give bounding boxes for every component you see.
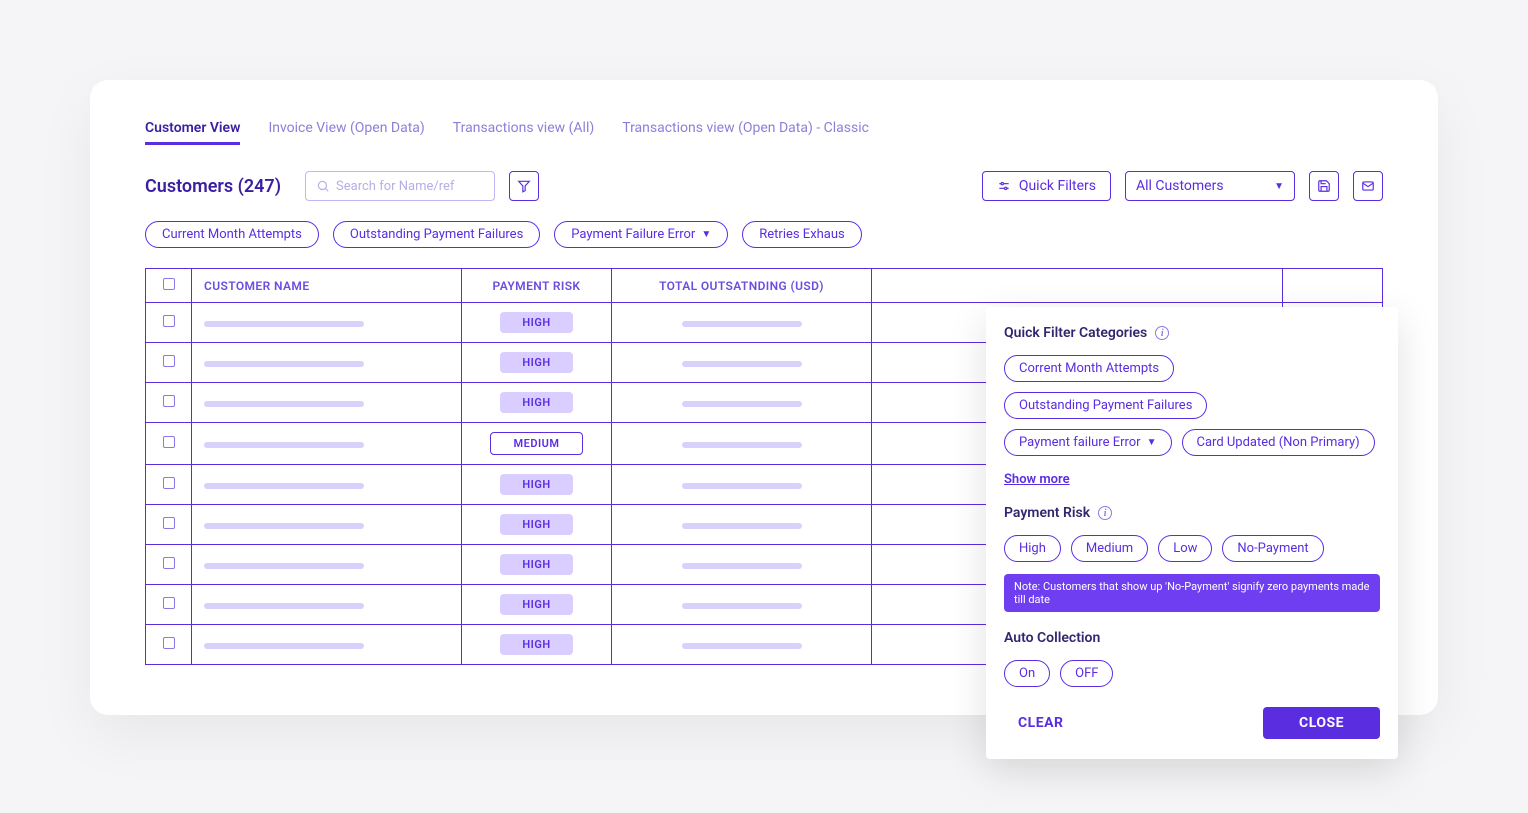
cell-outstanding [612,303,872,343]
cell-payment-risk: HIGH [462,383,612,423]
view-tabs: Customer View Invoice View (Open Data) T… [145,120,1383,145]
cell-outstanding [612,545,872,585]
cell-outstanding [612,625,872,665]
quick-filters-label: Quick Filters [1019,178,1096,194]
risk-chip[interactable]: Medium [1071,535,1148,562]
cell-customer-name [192,465,462,505]
chevron-down-icon: ▼ [1274,181,1284,192]
page-title: Customers (247) [145,176,281,197]
tab-transactions-all[interactable]: Transactions view (All) [453,120,594,145]
category-chip[interactable]: Corrent Month Attempts [1004,355,1174,382]
header-payment-risk: PAYMENT RISK [462,269,612,303]
risk-heading: Payment Risk i [1004,505,1380,521]
mail-icon [1361,179,1375,193]
applied-filter-chips: Current Month Attempts Outstanding Paymen… [145,221,1383,248]
row-checkbox[interactable] [146,423,192,465]
segment-value: All Customers [1136,178,1224,194]
no-payment-note: Note: Customers that show up 'No-Payment… [1004,574,1380,612]
row-checkbox[interactable] [146,303,192,343]
popup-footer: CLEAR CLOSE [1004,707,1380,739]
auto-chip[interactable]: OFF [1060,660,1113,687]
cell-payment-risk: MEDIUM [462,423,612,465]
filter-button[interactable] [509,171,539,201]
main-panel: Customer View Invoice View (Open Data) T… [90,80,1438,715]
row-checkbox[interactable] [146,343,192,383]
cell-outstanding [612,465,872,505]
cell-outstanding [612,423,872,465]
filter-chip[interactable]: Payment Failure Error▼ [554,221,728,248]
info-icon[interactable]: i [1098,506,1112,520]
category-chip-row: Corrent Month Attempts Outstanding Paymen… [1004,355,1380,456]
row-checkbox[interactable] [146,625,192,665]
mail-button[interactable] [1353,171,1383,201]
quick-filters-popup: Quick Filter Categories i Corrent Month … [986,307,1398,759]
cell-customer-name [192,303,462,343]
auto-collection-heading: Auto Collection [1004,630,1380,646]
auto-chip-row: On OFF [1004,660,1380,687]
cell-payment-risk: HIGH [462,625,612,665]
cell-payment-risk: HIGH [462,465,612,505]
show-more-link[interactable]: Show more [1004,472,1070,487]
risk-label: Payment Risk [1004,505,1090,521]
tab-transactions-classic[interactable]: Transactions view (Open Data) - Classic [622,120,869,145]
cell-customer-name [192,625,462,665]
filter-chip[interactable]: Outstanding Payment Failures [333,221,540,248]
risk-chip[interactable]: Low [1158,535,1212,562]
category-chip[interactable]: Card Updated (Non Primary) [1182,429,1375,456]
cell-outstanding [612,343,872,383]
cell-outstanding [612,585,872,625]
row-checkbox[interactable] [146,465,192,505]
info-icon[interactable]: i [1155,326,1169,340]
cell-customer-name [192,343,462,383]
filter-chip[interactable]: Current Month Attempts [145,221,319,248]
filter-chip[interactable]: Retries Exhaus [742,221,862,248]
cell-customer-name [192,545,462,585]
cell-payment-risk: HIGH [462,343,612,383]
cell-customer-name [192,383,462,423]
row-checkbox[interactable] [146,545,192,585]
row-checkbox[interactable] [146,383,192,423]
auto-chip[interactable]: On [1004,660,1050,687]
cell-outstanding [612,505,872,545]
header-blank-1 [872,269,1283,303]
quick-filters-button[interactable]: Quick Filters [982,171,1111,201]
category-chip[interactable]: Outstanding Payment Failures [1004,392,1207,419]
clear-button[interactable]: CLEAR [1004,715,1063,731]
header-total-outstanding: TOTAL OUTSATNDING (USD) [612,269,872,303]
cell-payment-risk: HIGH [462,505,612,545]
categories-heading: Quick Filter Categories i [1004,325,1380,341]
save-button[interactable] [1309,171,1339,201]
row-checkbox[interactable] [146,585,192,625]
funnel-icon [517,179,531,193]
save-icon [1317,179,1331,193]
cell-customer-name [192,505,462,545]
cell-payment-risk: HIGH [462,303,612,343]
cell-outstanding [612,383,872,423]
search-input[interactable]: Search for Name/ref [305,171,495,201]
close-button[interactable]: CLOSE [1263,707,1380,739]
header-checkbox[interactable] [146,269,192,303]
search-icon [316,179,330,193]
cell-payment-risk: HIGH [462,545,612,585]
segment-select[interactable]: All Customers ▼ [1125,171,1295,201]
cell-payment-risk: HIGH [462,585,612,625]
cell-customer-name [192,423,462,465]
category-chip[interactable]: Payment failure Error▼ [1004,429,1172,456]
tab-invoice-view[interactable]: Invoice View (Open Data) [268,120,424,145]
sliders-icon [997,179,1011,193]
categories-label: Quick Filter Categories [1004,325,1147,341]
risk-chip[interactable]: High [1004,535,1061,562]
auto-collection-label: Auto Collection [1004,630,1100,646]
header-customer-name: CUSTOMER NAME [192,269,462,303]
tab-customer-view[interactable]: Customer View [145,120,240,145]
cell-customer-name [192,585,462,625]
search-placeholder: Search for Name/ref [336,179,454,194]
risk-chip[interactable]: No-Payment [1222,535,1323,562]
risk-chip-row: High Medium Low No-Payment [1004,535,1380,562]
header-blank-2 [1283,269,1383,303]
row-checkbox[interactable] [146,505,192,545]
toolbar: Customers (247) Search for Name/ref Quic… [145,171,1383,201]
chevron-down-icon: ▼ [701,229,711,240]
chevron-down-icon: ▼ [1147,437,1157,448]
